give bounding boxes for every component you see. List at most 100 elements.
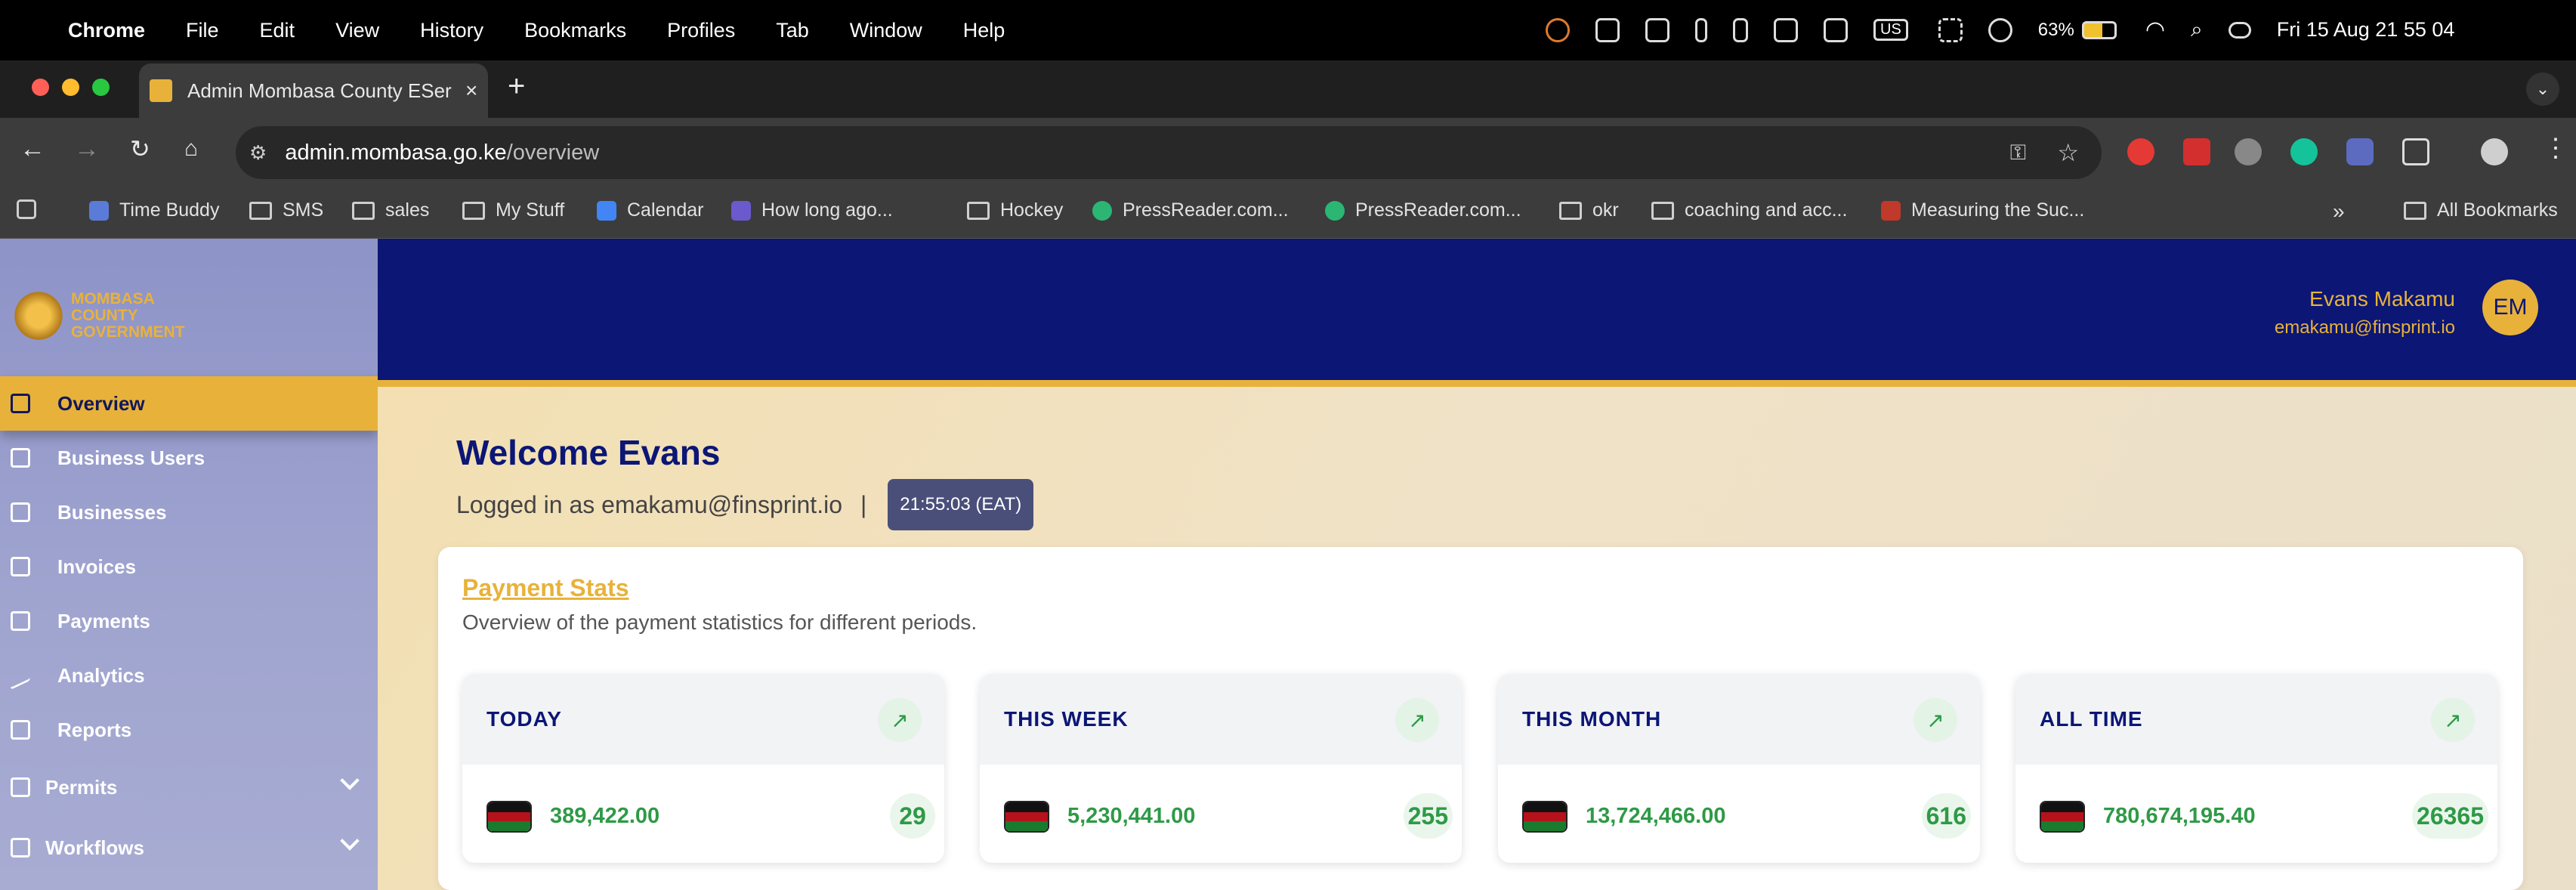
folder-icon [2404, 201, 2426, 220]
paperclip-icon[interactable] [1695, 17, 1707, 42]
sidebar-item-businesses[interactable]: Businesses [0, 485, 378, 539]
user-info[interactable]: Evans Makamu emakamu@finsprint.io [2275, 287, 2455, 338]
tab-close-icon[interactable]: × [465, 79, 477, 103]
sidebar-item-reports[interactable]: Reports [0, 703, 378, 757]
chrome-menu-icon[interactable]: ⋮ [2543, 133, 2568, 163]
grid-icon[interactable] [1824, 17, 1848, 42]
folder-icon [1651, 201, 1674, 220]
bookmark-how-long-ago[interactable]: How long ago... [731, 199, 893, 221]
county-logo[interactable]: MOMBASA COUNTY GOVERNMENT [14, 286, 185, 346]
chevron-down-icon[interactable] [340, 831, 360, 851]
bookmark-label: PressReader.com... [1355, 199, 1521, 221]
kenya-flag-icon [1004, 801, 1049, 833]
bookmark-okr[interactable]: okr [1559, 199, 1619, 221]
folder-icon [967, 201, 990, 220]
sidebar-item-label: Payments [57, 609, 150, 632]
sidebar-item-permits[interactable]: Permits [0, 760, 378, 814]
bookmark-pressreader-1[interactable]: PressReader.com... [1092, 199, 1289, 221]
sidebar-item-business-users[interactable]: Business Users [0, 431, 378, 485]
menu-view[interactable]: View [335, 19, 379, 42]
window-icon[interactable] [1774, 17, 1798, 42]
home-button-icon[interactable]: ⌂ [184, 136, 198, 162]
all-bookmarks[interactable]: All Bookmarks [2404, 199, 2558, 221]
extension-gear-icon[interactable] [2346, 138, 2374, 165]
bookmark-star-icon[interactable]: ☆ [2057, 138, 2079, 167]
teams-icon[interactable] [1595, 17, 1620, 42]
menu-help[interactable]: Help [963, 19, 1005, 42]
menubar-clock[interactable]: Fri 15 Aug 21 55 04 [2277, 18, 2455, 42]
forward-icon[interactable]: → [74, 134, 100, 164]
bookmark-label: okr [1592, 199, 1619, 221]
payment-stats-title[interactable]: Payment Stats [462, 574, 629, 602]
stat-card-this-month[interactable]: THIS MONTH ↗ 13,724,466.00 616 [1498, 674, 1980, 863]
address-bar[interactable]: ⚙ admin.mombasa.go.ke/overview ⚿ ☆ [236, 126, 2102, 179]
sidebar-item-analytics[interactable]: Analytics [0, 648, 378, 703]
sidebar-item-label: Businesses [57, 500, 167, 524]
stat-amount: 13,724,466.00 [1586, 804, 1726, 828]
stat-card-this-week[interactable]: THIS WEEK ↗ 5,230,441.00 255 [980, 674, 1462, 863]
brand-line-1: MOMBASA [71, 290, 155, 307]
network-activity-icon[interactable] [1938, 17, 1963, 42]
extension-blocked-icon[interactable] [2235, 138, 2262, 165]
minimize-window-icon[interactable] [62, 79, 79, 96]
menu-app-name[interactable]: Chrome [68, 19, 145, 42]
status-app-icon[interactable] [1546, 17, 1570, 42]
bookmark-calendar[interactable]: Calendar [597, 199, 703, 221]
menu-history[interactable]: History [420, 19, 483, 42]
sidebar-item-payments[interactable]: Payments [0, 594, 378, 648]
brand-line-3: GOVERNMENT [71, 323, 185, 341]
fullscreen-window-icon[interactable] [92, 79, 110, 96]
outlook-icon[interactable] [1645, 17, 1669, 42]
menu-file[interactable]: File [186, 19, 219, 42]
battery-icon[interactable] [2081, 20, 2117, 39]
sidebar-item-workflows[interactable]: Workflows [0, 820, 378, 875]
welcome-title: Welcome Evans [456, 433, 721, 472]
active-tab[interactable]: Admin Mombasa County ESer × [139, 63, 488, 118]
bookmark-coaching[interactable]: coaching and acc... [1651, 199, 1847, 221]
new-tab-icon[interactable]: + [508, 70, 525, 104]
search-icon[interactable]: ⌕ [2191, 17, 2203, 42]
profile-avatar-icon[interactable] [2481, 138, 2508, 165]
folder-icon [249, 201, 272, 220]
menu-bookmarks[interactable]: Bookmarks [524, 19, 626, 42]
bookmark-measuring[interactable]: Measuring the Suc... [1881, 199, 2084, 221]
extension-video-icon[interactable] [2183, 138, 2210, 165]
menu-edit[interactable]: Edit [260, 19, 295, 42]
stat-card-all-time[interactable]: ALL TIME ↗ 780,674,195.40 26365 [2015, 674, 2497, 863]
menu-tab[interactable]: Tab [776, 19, 809, 42]
keyboard-layout-badge[interactable]: US [1873, 19, 1908, 41]
more-bookmarks-icon[interactable]: » [2333, 199, 2345, 224]
extensions-puzzle-icon[interactable] [2402, 138, 2429, 165]
back-icon[interactable]: ← [20, 134, 45, 164]
bookmark-pressreader-2[interactable]: PressReader.com... [1325, 199, 1521, 221]
sidebar-item-label: Analytics [57, 663, 145, 687]
menu-window[interactable]: Window [850, 19, 922, 42]
user-avatar[interactable]: EM [2482, 280, 2538, 335]
bookmark-sms[interactable]: SMS [249, 199, 323, 221]
play-icon[interactable] [1988, 17, 2012, 42]
bookmark-my-stuff[interactable]: My Stuff [462, 199, 564, 221]
apps-grid-icon[interactable] [17, 199, 47, 219]
url-host: admin.mombasa.go.ke [285, 140, 507, 165]
site-settings-icon[interactable]: ⚙ [249, 141, 267, 165]
grammarly-icon[interactable] [2290, 138, 2318, 165]
stat-card-today[interactable]: TODAY ↗ 389,422.00 29 [462, 674, 944, 863]
bookmark-hockey[interactable]: Hockey [967, 199, 1063, 221]
extension-hand-icon[interactable] [2127, 138, 2154, 165]
bookmark-label: coaching and acc... [1685, 199, 1848, 221]
reload-icon[interactable]: ↻ [130, 134, 150, 163]
pressreader-icon [1325, 200, 1345, 221]
close-window-icon[interactable] [32, 79, 49, 96]
sidebar-item-label: Business Users [57, 446, 205, 469]
wifi-icon[interactable]: ◠ [2145, 17, 2165, 43]
chevron-down-icon[interactable] [340, 771, 360, 790]
bookmark-time-buddy[interactable]: Time Buddy [89, 199, 219, 221]
control-center-icon[interactable] [2228, 21, 2251, 39]
sidebar-item-invoices[interactable]: Invoices [0, 539, 378, 594]
bing-icon[interactable] [1733, 17, 1748, 42]
password-key-icon[interactable]: ⚿ [2010, 141, 2026, 165]
tab-search-icon[interactable]: ⌄ [2526, 73, 2559, 106]
sidebar-item-overview[interactable]: Overview [0, 376, 378, 431]
bookmark-sales[interactable]: sales [352, 199, 429, 221]
menu-profiles[interactable]: Profiles [667, 19, 735, 42]
